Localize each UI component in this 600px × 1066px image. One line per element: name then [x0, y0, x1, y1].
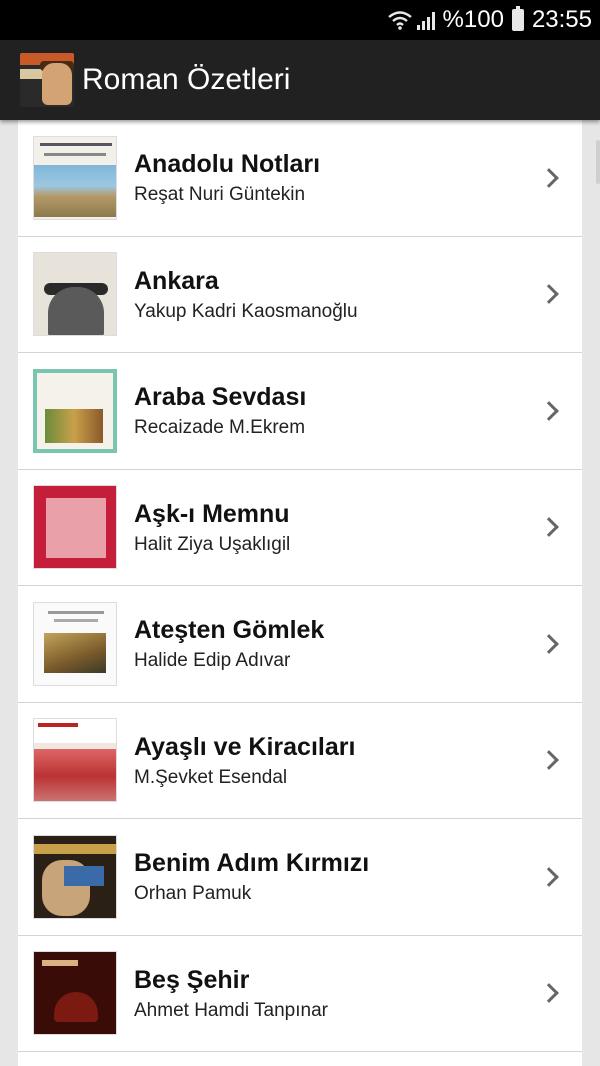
list-item[interactable]: Ankara Yakup Kadri Kaosmanoğlu: [18, 237, 582, 353]
app-bar: Roman Özetleri: [0, 40, 600, 120]
list-item[interactable]: Beş Şehir Ahmet Hamdi Tanpınar: [18, 936, 582, 1052]
battery-icon: [511, 6, 524, 31]
chevron-right-icon: [539, 983, 559, 1004]
book-author: M.Şevket Esendal: [134, 766, 288, 788]
chevron-right-icon: [539, 284, 559, 305]
chevron-right-icon: [539, 750, 559, 771]
book-author: Yakup Kadri Kaosmanoğlu: [134, 300, 358, 322]
wifi-icon: [387, 11, 412, 30]
chevron-right-icon: [539, 633, 559, 654]
app-title: Roman Özetleri: [82, 63, 291, 96]
book-author: Halit Ziya Uşaklıgil: [134, 533, 291, 555]
book-cover: [33, 135, 117, 220]
book-cover: [33, 601, 117, 686]
book-cover: [33, 485, 117, 570]
status-bar: %100 23:55: [0, 0, 600, 40]
book-title: Anadolu Notları: [134, 150, 321, 179]
book-cover: [33, 951, 117, 1036]
book-author: Orhan Pamuk: [134, 883, 252, 905]
book-cover: [33, 368, 117, 453]
book-title: Araba Sevdası: [134, 383, 307, 412]
book-cover: [33, 718, 117, 803]
list-item[interactable]: Aşk-ı Memnu Halit Ziya Uşaklıgil: [18, 470, 582, 586]
book-title: Beş Şehir: [134, 965, 250, 994]
book-author: Reşat Nuri Güntekin: [134, 184, 306, 206]
book-author: Recaizade M.Ekrem: [134, 417, 306, 439]
book-title: Aşk-ı Memnu: [134, 499, 290, 528]
chevron-right-icon: [539, 400, 559, 421]
book-title: Ankara: [134, 266, 219, 295]
chevron-right-icon: [539, 866, 559, 887]
list-item[interactable]: Ateşten Gömlek Halide Edip Adıvar: [18, 586, 582, 703]
novel-list: Anadolu Notları Reşat Nuri Güntekin Anka…: [18, 120, 582, 1066]
book-title: Benim Adım Kırmızı: [134, 849, 370, 878]
clock: 23:55: [531, 6, 592, 33]
scrollbar[interactable]: [596, 140, 600, 184]
book-cover: [33, 252, 117, 337]
list-item[interactable]: Anadolu Notları Reşat Nuri Güntekin: [18, 120, 582, 237]
chevron-right-icon: [539, 517, 559, 538]
battery-percent: %100: [442, 6, 504, 33]
chevron-right-icon: [539, 167, 559, 188]
app-logo: [20, 53, 74, 107]
book-title: Ateşten Gömlek: [134, 616, 325, 645]
signal-icon: [416, 10, 435, 30]
list-item[interactable]: Benim Adım Kırmızı Orhan Pamuk: [18, 819, 582, 936]
book-author: Ahmet Hamdi Tanpınar: [134, 999, 328, 1021]
book-author: Halide Edip Adıvar: [134, 650, 291, 672]
list-item[interactable]: Araba Sevdası Recaizade M.Ekrem: [18, 353, 582, 470]
book-title: Ayaşlı ve Kiracıları: [134, 732, 356, 761]
list-item[interactable]: Ayaşlı ve Kiracıları M.Şevket Esendal: [18, 703, 582, 819]
book-cover: [33, 834, 117, 919]
